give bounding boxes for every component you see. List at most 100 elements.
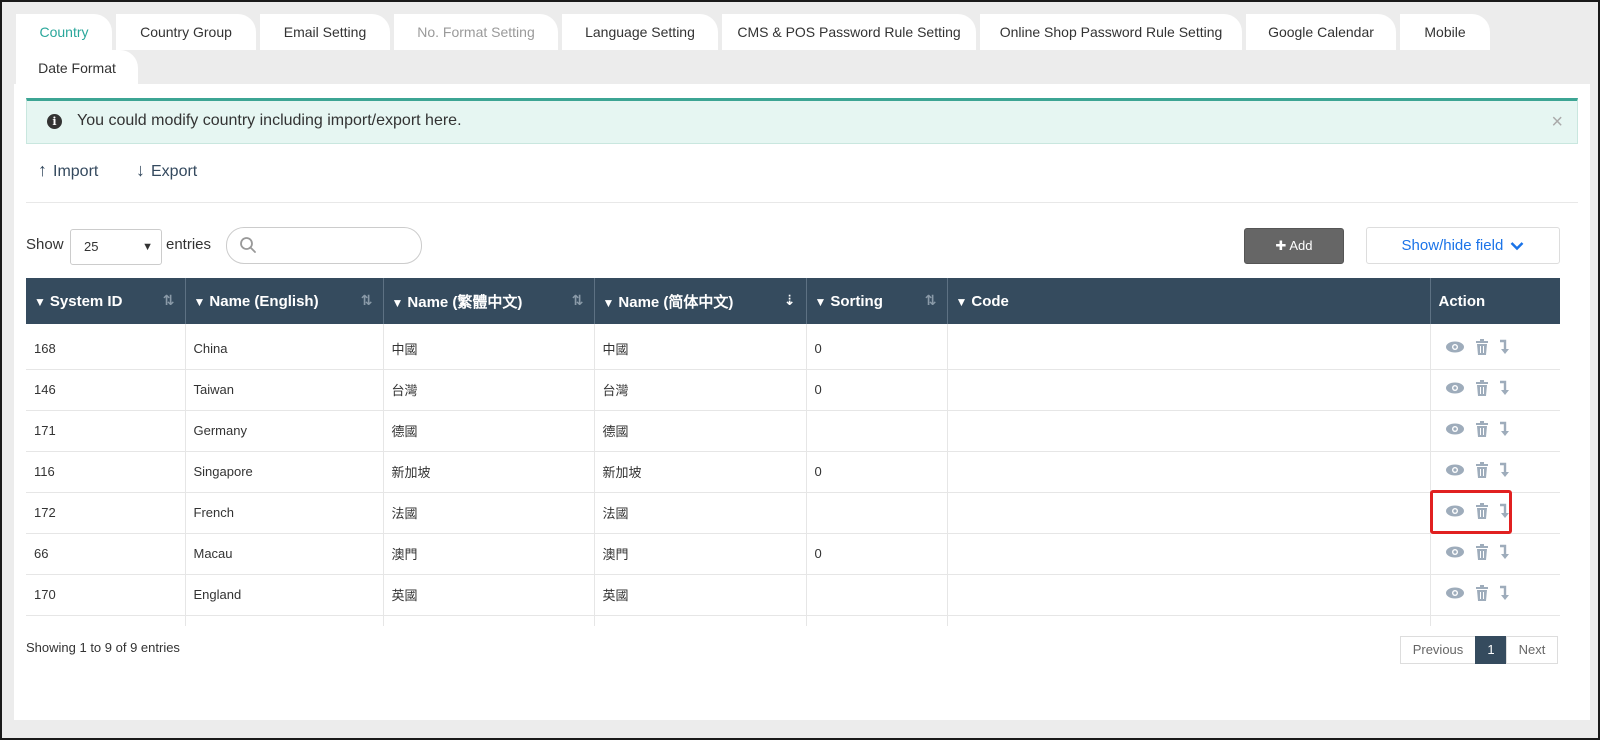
tab-country-group[interactable]: Country Group xyxy=(116,14,256,50)
cell-system-id xyxy=(26,615,186,626)
cell-code xyxy=(947,324,1431,370)
search-box[interactable] xyxy=(226,227,422,264)
header-system-id[interactable]: ▼ System ID ⇅ xyxy=(26,278,186,324)
tab-date-format[interactable]: Date Format xyxy=(16,50,138,86)
trash-icon[interactable] xyxy=(1475,585,1489,604)
tab-cms-pos-password-rule[interactable]: CMS & POS Password Rule Setting xyxy=(722,14,976,50)
prev-page-button[interactable]: Previous xyxy=(1400,636,1476,664)
trash-icon[interactable] xyxy=(1475,544,1489,563)
country-panel: i You could modify country including imp… xyxy=(14,84,1590,720)
header-name-traditional[interactable]: ▼ Name (繁體中文) ⇅ xyxy=(383,278,595,324)
cell-action xyxy=(1430,492,1560,534)
search-input[interactable] xyxy=(265,234,415,258)
filter-icon[interactable]: ▼ xyxy=(392,296,404,310)
move-icon[interactable] xyxy=(1499,462,1509,481)
header-name-simplified[interactable]: ▼ Name (简体中文) ⇣ xyxy=(594,278,807,324)
header-label: System ID xyxy=(49,292,123,310)
cell-name-traditional: 德國 xyxy=(383,410,595,452)
move-icon[interactable] xyxy=(1499,585,1509,604)
cell-name-english: Germany xyxy=(185,410,384,452)
cell-sorting xyxy=(806,615,948,626)
filter-icon[interactable]: ▼ xyxy=(956,295,968,309)
view-icon[interactable] xyxy=(1445,422,1465,439)
cell-system-id: 168 xyxy=(26,324,186,370)
cell-code xyxy=(947,533,1431,575)
show-hide-field-button[interactable]: Show/hide field xyxy=(1366,227,1560,264)
move-icon[interactable] xyxy=(1499,380,1509,399)
table-row: 171 Germany 德國 德國 xyxy=(26,410,1560,452)
header-sorting[interactable]: ▼ Sorting ⇅ xyxy=(806,278,948,324)
next-page-button[interactable]: Next xyxy=(1506,636,1558,664)
cell-name-traditional: 新加坡 xyxy=(383,451,595,493)
tab-mobile[interactable]: Mobile xyxy=(1400,14,1490,50)
sort-icon[interactable]: ⇅ xyxy=(163,292,175,309)
header-code[interactable]: ▼ Code xyxy=(947,278,1431,324)
arrow-up-icon: ↑ xyxy=(38,160,47,180)
filter-icon[interactable]: ▼ xyxy=(194,295,206,309)
tab-google-calendar[interactable]: Google Calendar xyxy=(1246,14,1396,50)
add-button[interactable]: ✚ Add xyxy=(1244,228,1344,264)
page-button-current[interactable]: 1 xyxy=(1475,636,1507,664)
filter-icon[interactable]: ▼ xyxy=(34,295,46,309)
sort-icon[interactable]: ⇅ xyxy=(361,292,373,309)
filter-icon[interactable]: ▼ xyxy=(603,296,615,310)
view-icon[interactable] xyxy=(1445,545,1465,562)
chevron-down-icon: ▼ xyxy=(142,241,153,253)
cell-name-simplified xyxy=(594,615,807,626)
tab-online-shop-password-rule[interactable]: Online Shop Password Rule Setting xyxy=(980,14,1242,50)
entries-per-page-select[interactable]: 25 ▼ xyxy=(70,229,162,265)
app-frame: Country Country Group Email Setting No. … xyxy=(0,0,1600,740)
cell-name-english: Singapore xyxy=(185,451,384,493)
cell-system-id: 116 xyxy=(26,451,186,493)
move-icon[interactable] xyxy=(1499,421,1509,440)
tab-no-format-setting[interactable]: No. Format Setting xyxy=(394,14,558,50)
cell-name-english: England xyxy=(185,574,384,616)
import-button[interactable]: ↑ Import xyxy=(38,160,98,181)
sort-icon[interactable]: ⇅ xyxy=(572,292,584,309)
view-icon[interactable] xyxy=(1445,381,1465,398)
export-button[interactable]: ↓ Export xyxy=(136,160,197,181)
view-icon[interactable] xyxy=(1445,463,1465,480)
trash-icon[interactable] xyxy=(1475,380,1489,399)
table-row: 146 Taiwan 台灣 台灣 0 xyxy=(26,369,1560,411)
view-icon[interactable] xyxy=(1445,586,1465,603)
cell-code xyxy=(947,451,1431,493)
filter-icon[interactable]: ▼ xyxy=(815,295,827,309)
cell-name-traditional: 中國 xyxy=(383,324,595,370)
trash-icon[interactable] xyxy=(1475,503,1489,522)
view-icon[interactable] xyxy=(1445,504,1465,521)
trash-icon[interactable] xyxy=(1475,338,1489,358)
tab-language-setting[interactable]: Language Setting xyxy=(562,14,718,50)
cell-action xyxy=(1430,533,1560,575)
cell-name-simplified: 法國 xyxy=(594,492,807,534)
sort-icon[interactable]: ⇅ xyxy=(925,292,937,309)
info-icon: i xyxy=(47,114,62,129)
cell-name-english: China xyxy=(185,324,384,370)
export-label: Export xyxy=(151,163,198,180)
arrow-down-icon: ↓ xyxy=(136,160,145,180)
cell-name-simplified: 德國 xyxy=(594,410,807,452)
chevron-down-icon xyxy=(1511,242,1524,251)
cell-name-simplified: 新加坡 xyxy=(594,451,807,493)
sort-desc-icon[interactable]: ⇣ xyxy=(784,292,796,309)
move-icon[interactable] xyxy=(1499,503,1509,522)
trash-icon[interactable] xyxy=(1475,421,1489,440)
cell-name-traditional xyxy=(383,615,595,626)
table-row: 172 French 法國 法國 xyxy=(26,492,1560,534)
view-icon[interactable] xyxy=(1445,340,1465,357)
cell-name-traditional: 英國 xyxy=(383,574,595,616)
cell-sorting: 0 xyxy=(806,324,948,370)
tab-country[interactable]: Country xyxy=(16,14,112,50)
header-name-english[interactable]: ▼ Name (English) ⇅ xyxy=(185,278,384,324)
move-icon[interactable] xyxy=(1499,339,1509,358)
cell-name-english: Macau xyxy=(185,533,384,575)
header-label: Name (English) xyxy=(209,292,319,310)
cell-system-id: 146 xyxy=(26,369,186,411)
move-icon[interactable] xyxy=(1499,544,1509,563)
cell-name-simplified: 英國 xyxy=(594,574,807,616)
close-icon[interactable]: × xyxy=(1551,111,1563,134)
entries-label: entries xyxy=(166,236,212,253)
tab-email-setting[interactable]: Email Setting xyxy=(260,14,390,50)
trash-icon[interactable] xyxy=(1475,462,1489,481)
cell-sorting: 0 xyxy=(806,451,948,493)
